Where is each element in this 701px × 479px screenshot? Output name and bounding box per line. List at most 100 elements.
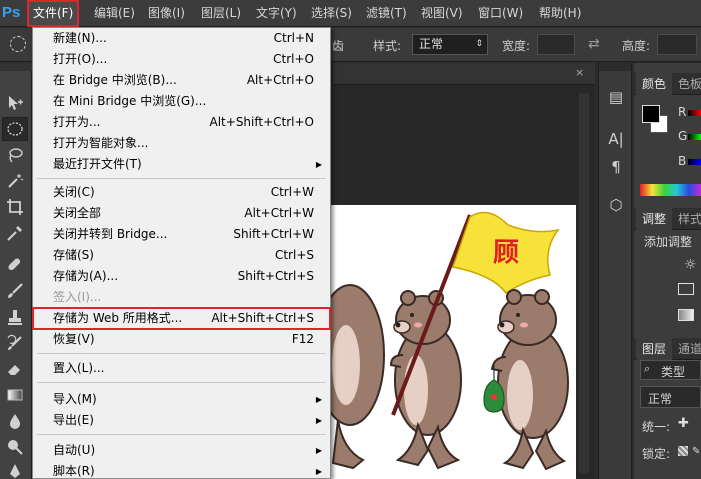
menu-separator (37, 382, 326, 383)
tab-styles[interactable]: 样式 (672, 208, 701, 230)
menu-item-browse-bridge[interactable]: 在 Bridge 中浏览(B)... Alt+Ctrl+O (33, 70, 330, 91)
dodge-tool-icon[interactable] (2, 435, 28, 459)
menu-select[interactable]: 选择(S) (311, 0, 352, 27)
history-brush-icon[interactable] (2, 331, 28, 355)
menu-item-browse-mini-bridge[interactable]: 在 Mini Bridge 中浏览(G)... (33, 91, 330, 112)
submenu-arrow-icon: ▶ (315, 467, 322, 476)
menu-image[interactable]: 图像(I) (148, 0, 185, 27)
blur-tool-icon[interactable] (2, 409, 28, 433)
ellipse-marquee-icon[interactable] (10, 36, 26, 52)
brightness-icon[interactable]: ☼ (684, 257, 697, 273)
menu-file[interactable]: 文件(F) (27, 0, 80, 27)
tab-adjustments[interactable]: 调整 (636, 208, 673, 230)
menu-item-save-as[interactable]: 存储为(A)... Shift+Ctrl+S (33, 266, 330, 287)
tab-swatches[interactable]: 色板 (672, 73, 701, 95)
b-slider-track[interactable] (688, 159, 701, 165)
document-area: × 顾 (328, 63, 595, 479)
history-panel-icon[interactable]: ▤ (603, 85, 629, 109)
collapsed-panel-strip: ▤ A| ¶ ⬡ (598, 63, 632, 479)
tools-panel (0, 63, 32, 479)
menu-item-save-for-web[interactable]: 存储为 Web 所用格式... Alt+Shift+Ctrl+S (32, 307, 331, 330)
menu-item-place[interactable]: 置入(L)... (33, 358, 330, 379)
style-label: 样式: (373, 39, 402, 53)
channel-g-label: G (678, 129, 688, 143)
g-slider-track[interactable] (688, 134, 701, 140)
menu-item-check-in[interactable]: 签入(I)... (33, 287, 330, 308)
tools-header (0, 63, 32, 71)
lock-pixels-icon[interactable]: ✎ (692, 446, 700, 457)
lasso-tool-icon[interactable] (2, 143, 28, 167)
magic-wand-icon[interactable] (2, 169, 28, 193)
blend-mode-value: 正常 (648, 392, 673, 406)
crop-tool-icon[interactable] (2, 195, 28, 219)
menu-item-close-go-bridge[interactable]: 关闭并转到 Bridge... Shift+Ctrl+W (33, 224, 330, 245)
color-spectrum-bar[interactable] (640, 184, 701, 196)
move-tool-icon[interactable] (2, 91, 28, 115)
healing-brush-icon[interactable] (2, 253, 28, 277)
menu-window[interactable]: 窗口(W) (478, 0, 523, 27)
menu-item-export[interactable]: 导出(E) ▶ (33, 410, 330, 431)
height-label: 高度: (622, 39, 651, 53)
levels-icon[interactable] (678, 283, 694, 295)
color-tab-row: 颜色 色板 (634, 73, 701, 95)
foreground-color-front (642, 105, 660, 123)
eyedropper-icon[interactable] (2, 221, 28, 245)
bear-right (490, 289, 569, 471)
menu-item-revert[interactable]: 恢复(V) F12 (33, 329, 330, 350)
height-input[interactable] (657, 34, 697, 55)
style-select[interactable]: 正常 ⇕ (412, 34, 488, 55)
filter-search-icon: ⌕ (644, 362, 651, 375)
paragraph-panel-icon[interactable]: ¶ (603, 155, 629, 179)
tab-layers[interactable]: 图层 (636, 338, 673, 360)
menu-item-open-smart-object[interactable]: 打开为智能对象... (33, 133, 330, 154)
menu-item-open-as[interactable]: 打开为... Alt+Shift+Ctrl+O (33, 112, 330, 133)
menu-item-recent-files[interactable]: 最近打开文件(T) ▶ (33, 154, 330, 175)
menu-item-close-all[interactable]: 关闭全部 Alt+Ctrl+W (33, 203, 330, 224)
character-panel-icon[interactable]: A| (603, 127, 629, 151)
menu-type[interactable]: 文字(Y) (256, 0, 297, 27)
menu-view[interactable]: 视图(V) (421, 0, 463, 27)
ellipse-marquee-tool-icon[interactable] (2, 117, 28, 141)
menu-item-new[interactable]: 新建(N)... Ctrl+N (33, 28, 330, 49)
menu-layer[interactable]: 图层(L) (201, 0, 241, 27)
close-doc-icon[interactable]: × (575, 66, 589, 80)
gradient-tool-icon[interactable] (2, 383, 28, 407)
r-slider-track[interactable] (688, 110, 701, 116)
submenu-arrow-icon: ▶ (315, 416, 322, 425)
clone-stamp-icon[interactable] (2, 305, 28, 329)
menu-bar: Ps 文件(F) 编辑(E) 图像(I) 图层(L) 文字(Y) 选择(S) 滤… (0, 0, 701, 27)
style-select-value: 正常 (419, 37, 444, 51)
brush-tool-icon[interactable] (2, 279, 28, 303)
menu-item-save[interactable]: 存储(S) Ctrl+S (33, 245, 330, 266)
layer-kind-filter[interactable]: ⌕ 类型 (640, 360, 701, 380)
swap-icon[interactable]: ⇄ (588, 36, 600, 52)
menu-help[interactable]: 帮助(H) (539, 0, 581, 27)
blend-mode-select[interactable]: 正常 (640, 386, 701, 408)
menu-filter[interactable]: 滤镜(T) (366, 0, 407, 27)
unify-position-icon[interactable]: ✚ (678, 416, 689, 431)
menu-item-scripts[interactable]: 脚本(R) ▶ (33, 461, 330, 479)
3d-panel-icon[interactable]: ⬡ (603, 193, 629, 217)
channel-b-label: B (678, 154, 687, 168)
menu-item-close[interactable]: 关闭(C) Ctrl+W (33, 182, 330, 203)
eraser-icon[interactable] (2, 357, 28, 381)
menu-item-import[interactable]: 导入(M) ▶ (33, 389, 330, 410)
vertical-scrollbar[interactable] (579, 93, 589, 473)
image-canvas[interactable]: 顾 (328, 205, 576, 479)
photoshop-logo: Ps (2, 4, 21, 21)
bear-left (328, 284, 385, 470)
bears-artwork: 顾 (328, 211, 569, 471)
width-input[interactable] (537, 34, 575, 55)
tab-color[interactable]: 颜色 (636, 73, 673, 95)
submenu-arrow-icon: ▶ (315, 395, 322, 404)
tab-channels[interactable]: 通道 (672, 338, 701, 360)
adjust-tab-row: 调整 样式 (634, 208, 701, 230)
menu-item-open[interactable]: 打开(O)... Ctrl+O (33, 49, 330, 70)
add-adjustment-label: 添加调整 (644, 235, 693, 249)
pen-tool-icon[interactable] (2, 459, 28, 479)
menu-edit[interactable]: 编辑(E) (94, 0, 135, 27)
curves-icon[interactable] (678, 309, 694, 321)
lock-transparent-icon[interactable] (678, 446, 688, 456)
bear-middle (389, 290, 462, 470)
menu-item-automate[interactable]: 自动(U) ▶ (33, 440, 330, 461)
